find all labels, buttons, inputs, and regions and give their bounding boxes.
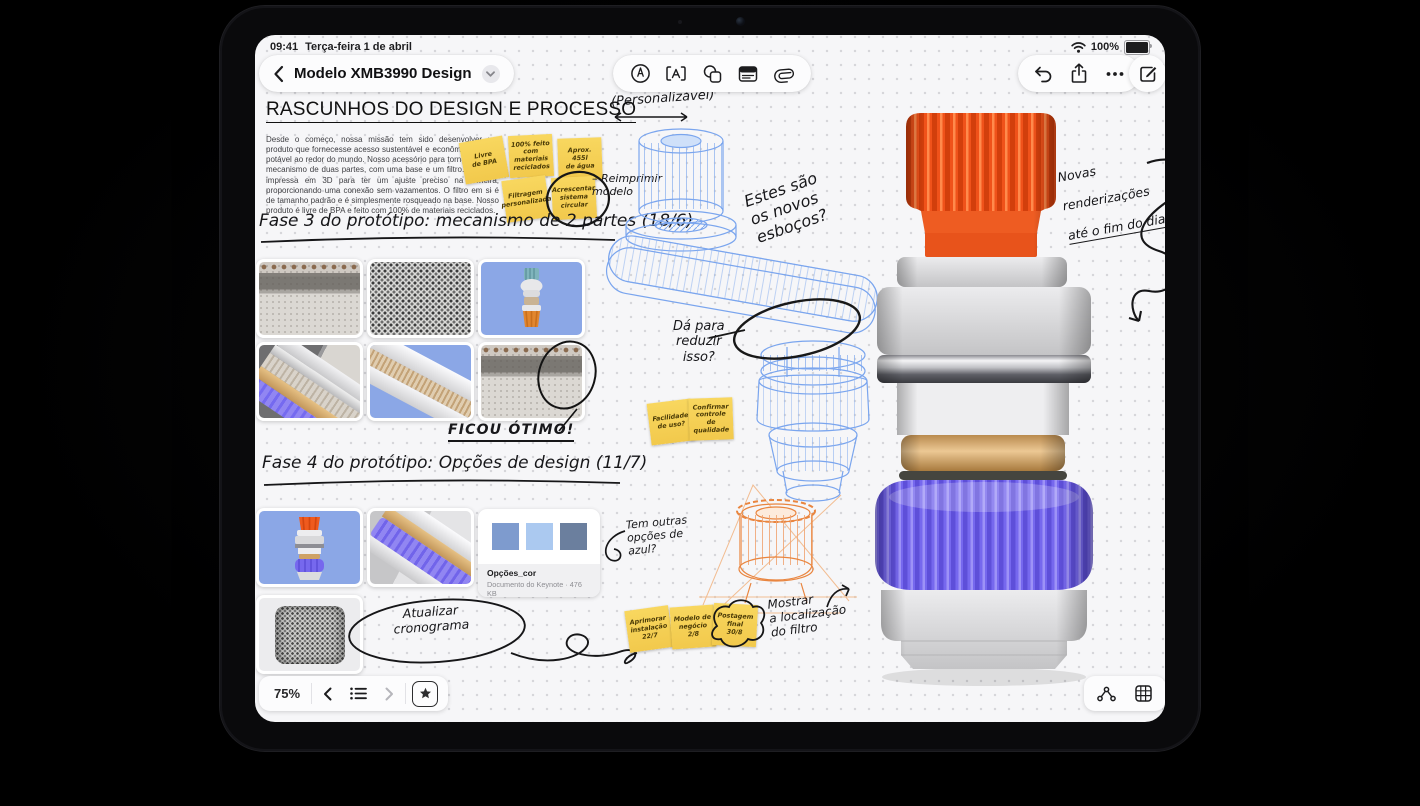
ipad-device-frame: 09:41 Terça-feira 1 de abril 100% Modelo… bbox=[219, 5, 1201, 752]
markup-pen-button[interactable] bbox=[623, 57, 657, 90]
chevron-right-icon bbox=[385, 687, 394, 701]
prototype-mini-render bbox=[481, 262, 582, 335]
file-name: Opções_cor bbox=[487, 568, 591, 578]
battery-percent: 100% bbox=[1091, 41, 1119, 53]
ink-underline-phase3 bbox=[259, 233, 619, 245]
view-tools-bar bbox=[1084, 676, 1165, 711]
sticky-livre-bpa[interactable]: Livre de BPA bbox=[459, 135, 510, 184]
status-date: Terça-feira 1 de abril bbox=[305, 41, 412, 53]
swatch-slate-blue bbox=[560, 523, 587, 550]
annotation-ficou-otimo[interactable]: FICOU ÓTIMO! bbox=[448, 422, 574, 442]
photo-closeup-annotated[interactable] bbox=[367, 342, 474, 421]
color-swatches bbox=[478, 509, 600, 564]
canvas-bottom-toolbar: 75% bbox=[259, 676, 448, 711]
ink-circle-on-photo bbox=[531, 337, 603, 417]
back-button[interactable] bbox=[273, 65, 284, 83]
compose-icon bbox=[1138, 64, 1158, 84]
grid-view-button[interactable] bbox=[1128, 679, 1159, 709]
note-button[interactable] bbox=[731, 57, 765, 90]
share-button[interactable] bbox=[1062, 57, 1096, 90]
swatch-medium-blue bbox=[492, 523, 519, 550]
divider bbox=[405, 683, 406, 704]
ink-cloud-postagem bbox=[705, 596, 769, 654]
shapes-icon bbox=[702, 64, 723, 84]
undo-icon bbox=[1033, 65, 1053, 83]
final-product-mini-render bbox=[259, 511, 360, 584]
phase4-heading[interactable]: Fase 4 do protótipo: Opções de design (1… bbox=[262, 453, 647, 473]
annotation-mostrar[interactable]: Mostrar a localização do filtro bbox=[767, 588, 849, 640]
sticky-instalacao[interactable]: Aprimorar instalação 22/7 bbox=[624, 605, 673, 653]
chevron-down-icon bbox=[486, 71, 495, 77]
shapes-button[interactable] bbox=[695, 57, 729, 90]
forward-history-button[interactable] bbox=[374, 679, 405, 709]
new-board-button[interactable] bbox=[1129, 55, 1165, 92]
back-history-button[interactable] bbox=[312, 679, 343, 709]
photo-tilted-product-2[interactable] bbox=[367, 508, 474, 587]
status-bar: 09:41 Terça-feira 1 de abril 100% bbox=[255, 38, 1165, 56]
status-time: 09:41 bbox=[270, 41, 298, 53]
swatch-light-blue bbox=[526, 523, 553, 550]
favorite-button[interactable] bbox=[412, 681, 438, 707]
ellipsis-icon bbox=[1106, 71, 1124, 77]
photo-mesh-texture[interactable] bbox=[367, 259, 474, 338]
photo-tilted-product[interactable] bbox=[256, 342, 363, 421]
connect-shapes-button[interactable] bbox=[1091, 679, 1122, 709]
annotation-cronograma[interactable]: Atualizar cronograma bbox=[392, 602, 470, 637]
undo-button[interactable] bbox=[1026, 57, 1060, 90]
keynote-file-card[interactable]: Opções_cor Documento do Keynote · 476 KB bbox=[478, 509, 600, 597]
ink-ellipse-cronograma bbox=[341, 591, 645, 683]
photo-chrome-closeup-1[interactable] bbox=[256, 259, 363, 338]
photo-prototype-small[interactable] bbox=[478, 259, 585, 338]
wifi-icon bbox=[1071, 42, 1086, 53]
list-icon bbox=[350, 687, 367, 700]
grid-icon bbox=[1135, 685, 1152, 702]
title-menu-button[interactable] bbox=[482, 65, 500, 83]
front-mic-dot bbox=[678, 20, 682, 24]
connector-nodes-icon bbox=[1097, 686, 1116, 702]
app-screen: 09:41 Terça-feira 1 de abril 100% Modelo… bbox=[255, 35, 1165, 722]
drawing-toolbar bbox=[613, 55, 811, 92]
ink-loop-arrow bbox=[1083, 149, 1165, 329]
photo-final-product[interactable] bbox=[256, 508, 363, 587]
attachment-button[interactable] bbox=[767, 57, 801, 90]
annotation-azul[interactable]: Tem outras opções de azul? bbox=[625, 514, 690, 558]
board-title-bar: Modelo XMB3990 Design bbox=[259, 55, 514, 92]
chevron-left-icon bbox=[323, 687, 332, 701]
more-button[interactable] bbox=[1098, 57, 1132, 90]
board-title[interactable]: Modelo XMB3990 Design bbox=[294, 65, 472, 82]
paperclip-icon bbox=[774, 63, 794, 84]
ink-underline-phase4 bbox=[262, 476, 624, 488]
battery-icon bbox=[1124, 40, 1150, 55]
star-icon bbox=[419, 687, 432, 700]
pen-circle-icon bbox=[630, 63, 651, 84]
freeform-canvas[interactable]: RASCUNHOS DO DESIGN E PROCESSO Desde o c… bbox=[255, 35, 1165, 722]
sticky-note-icon bbox=[738, 65, 758, 83]
zoom-level-button[interactable]: 75% bbox=[263, 686, 311, 701]
text-box-icon bbox=[665, 64, 687, 83]
boards-list-button[interactable] bbox=[343, 679, 374, 709]
text-box-button[interactable] bbox=[659, 57, 693, 90]
share-icon bbox=[1070, 63, 1088, 84]
sticky-controle-qualidade[interactable]: Confirmar controle de qualidade bbox=[688, 397, 733, 441]
canvas-heading[interactable]: RASCUNHOS DO DESIGN E PROCESSO bbox=[266, 99, 636, 123]
action-toolbar bbox=[1018, 55, 1140, 92]
front-camera bbox=[736, 17, 745, 26]
annotation-reduzir[interactable]: Dá para reduzir isso? bbox=[673, 319, 725, 365]
